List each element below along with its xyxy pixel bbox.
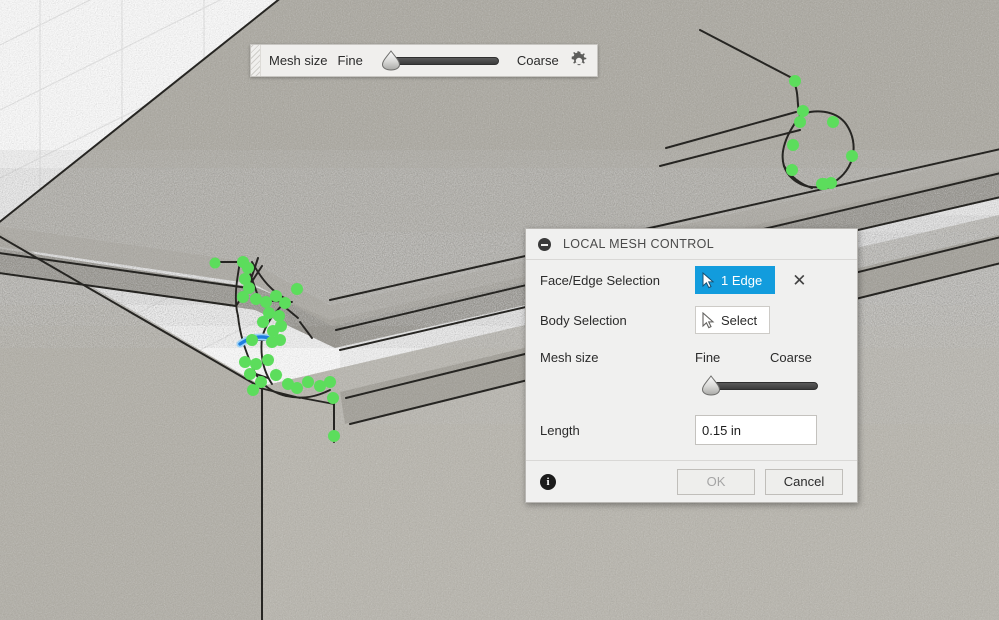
dialog-slider-track[interactable] — [705, 382, 818, 390]
close-x-icon[interactable]: ✕ — [792, 272, 806, 289]
toolbar-slider-thumb[interactable] — [381, 49, 401, 71]
dialog-footer: i OK Cancel — [526, 460, 857, 502]
row-length: Length — [526, 406, 857, 454]
body-selection-button-label: Select — [721, 312, 758, 328]
length-input[interactable] — [695, 415, 817, 445]
row-face-edge-selection: Face/Edge Selection 1 Edge ✕ — [526, 260, 857, 300]
dialog-title: LOCAL MESH CONTROL — [563, 237, 715, 251]
dialog-mesh-size-label: Mesh size — [540, 349, 599, 365]
cursor-arrow-icon — [701, 311, 716, 329]
gear-icon[interactable] — [569, 50, 589, 71]
length-label: Length — [540, 422, 580, 438]
dialog-body: Face/Edge Selection 1 Edge ✕ Body Select… — [526, 260, 857, 460]
row-body-selection: Body Selection Select — [526, 300, 857, 340]
dialog-title-bar[interactable]: LOCAL MESH CONTROL — [526, 229, 857, 260]
dialog-mesh-size-slider[interactable] — [695, 375, 820, 396]
cancel-button[interactable]: Cancel — [765, 468, 843, 495]
dialog-coarse-label: Coarse — [770, 349, 812, 365]
dialog-slider-thumb[interactable] — [701, 375, 721, 396]
body-selection-button[interactable]: Select — [695, 306, 771, 334]
row-mesh-size-labels: Mesh size Fine Coarse — [526, 340, 857, 374]
toolbar-mesh-size-label: Mesh size — [269, 53, 328, 68]
local-mesh-control-dialog[interactable]: LOCAL MESH CONTROL Face/Edge Selection 1… — [525, 228, 858, 503]
face-edge-selection-button[interactable]: 1 Edge — [695, 266, 776, 294]
ok-button[interactable]: OK — [677, 468, 755, 495]
dialog-fine-label: Fine — [695, 349, 721, 365]
face-edge-selection-button-label: 1 Edge — [721, 272, 763, 288]
info-icon[interactable]: i — [540, 473, 556, 490]
row-mesh-size-slider — [526, 374, 857, 406]
toolbar-coarse-label: Coarse — [516, 53, 559, 68]
cursor-arrow-icon — [701, 271, 716, 289]
mesh-size-toolbar[interactable]: Mesh size Fine Coarse — [250, 44, 598, 77]
face-edge-selection-label: Face/Edge Selection — [540, 272, 660, 288]
toolbar-mesh-size-slider[interactable] — [375, 49, 503, 71]
toolbar-slider-track[interactable] — [384, 56, 499, 65]
body-selection-label: Body Selection — [540, 312, 627, 328]
minus-circle-icon[interactable] — [538, 237, 551, 251]
toolbar-fine-label: Fine — [337, 53, 363, 68]
toolbar-drag-handle[interactable] — [251, 45, 261, 76]
